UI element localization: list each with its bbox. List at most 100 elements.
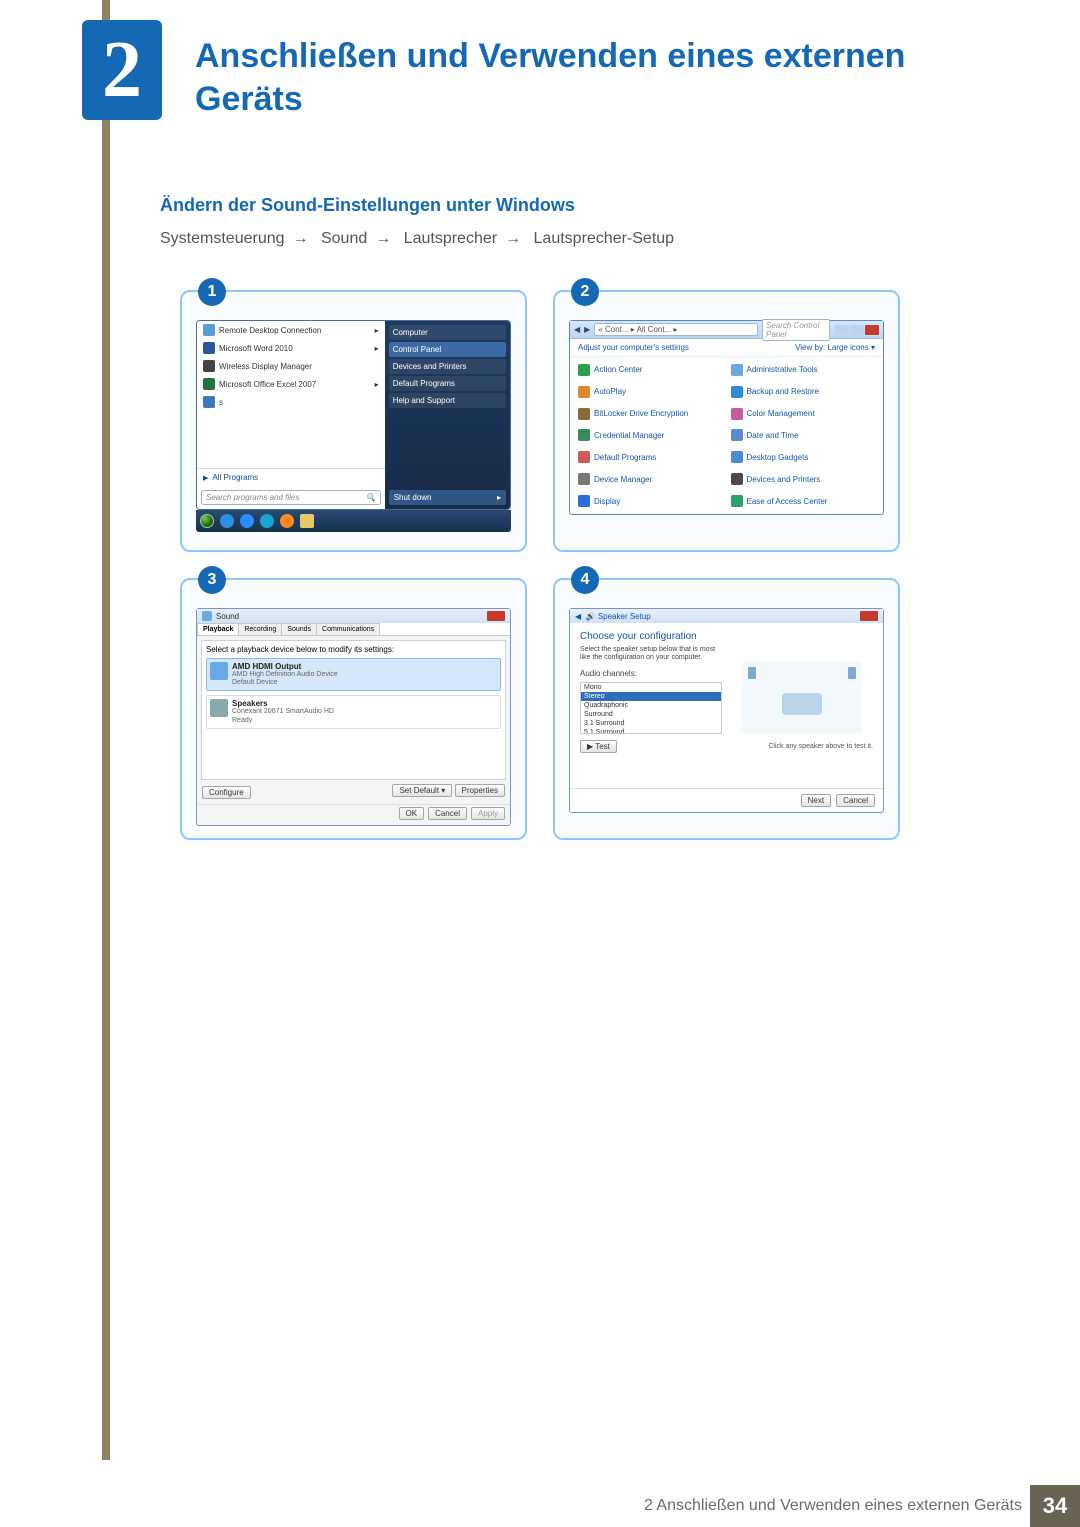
next-button[interactable]: Next [801,794,831,807]
start-search-input[interactable]: Search programs and files🔍 [201,490,381,505]
sofa-icon [782,693,822,715]
cp-item-icon [578,408,590,420]
cp-item[interactable]: Desktop Gadgets [731,448,876,466]
start-menu-program[interactable]: Microsoft Word 2010▸ [197,339,385,357]
tab-recording[interactable]: Recording [238,623,282,635]
spk-hint: Click any speaker above to test it. [732,743,874,750]
audio-channel-option[interactable]: 3.1 Surround [581,719,721,728]
cp-item-icon [731,451,743,463]
cp-item-icon [578,473,590,485]
audio-channel-option[interactable]: Quadraphonic [581,701,721,710]
audio-channel-option[interactable]: Stereo [581,692,721,701]
search-icon: 🔍 [366,493,376,502]
page-number: 34 [1030,1485,1080,1527]
configure-button[interactable]: Configure [202,786,251,799]
apply-button[interactable]: Apply [471,807,505,820]
back-arrow-icon[interactable]: ◀ [575,612,581,621]
playback-device[interactable]: SpeakersConexant 20671 SmartAudio HDRead… [206,695,501,728]
dialog-title: Sound [216,612,239,621]
spk-description: Select the speaker setup below that is m… [580,646,722,663]
cp-item[interactable]: Devices and Printers [731,470,876,488]
start-menu-program[interactable]: Wireless Display Manager [197,357,385,375]
taskbar-ie-icon[interactable] [220,514,234,528]
cp-item-icon [731,408,743,420]
sound-icon [202,611,212,621]
minimize-icon[interactable] [835,325,849,335]
step-panel-2: 2 ◀ ▶ « Cont... ▸ All Cont... ▸ Search C… [553,290,900,552]
app-icon [203,396,215,408]
audio-channel-option[interactable]: Mono [581,683,721,692]
spk-list-label: Audio channels: [580,669,722,678]
playback-device[interactable]: AMD HDMI OutputAMD High Definition Audio… [206,658,501,691]
maximize-icon[interactable] [850,325,864,335]
taskbar-app-icon[interactable] [240,514,254,528]
cp-item[interactable]: Default Programs [578,448,723,466]
taskbar-firefox-icon[interactable] [280,514,294,528]
start-right-item[interactable]: Computer [389,325,506,340]
speaker-icon: 🔊 [586,612,596,621]
cp-search-input[interactable]: Search Control Panel [762,319,830,341]
speaker-setup-dialog: ◀ 🔊 Speaker Setup Choose your configurat… [569,608,884,813]
close-icon[interactable] [865,325,879,335]
cp-item[interactable]: Ease of Access Center [731,492,876,510]
chapter-title: Anschließen und Verwenden eines externen… [195,35,1020,120]
start-right-item[interactable]: Control Panel [389,342,506,357]
nav-back-icon[interactable]: ◀ [574,325,580,334]
speaker-right-icon[interactable] [848,667,856,679]
sound-dialog: Sound Playback Recording Sounds Communic… [196,608,511,826]
start-orb-icon[interactable] [200,514,214,528]
cp-item-icon [578,495,590,507]
start-menu-program[interactable]: s [197,393,385,411]
audio-channel-option[interactable]: Surround [581,710,721,719]
app-icon [203,378,215,390]
all-programs-button[interactable]: All Programs [197,468,385,486]
cp-item[interactable]: Display [578,492,723,510]
cp-item[interactable]: Administrative Tools [731,361,876,379]
ok-button[interactable]: OK [399,807,425,820]
tab-sounds[interactable]: Sounds [281,623,317,635]
properties-button[interactable]: Properties [455,784,505,797]
start-right-item[interactable]: Default Programs [389,376,506,391]
cp-item[interactable]: BitLocker Drive Encryption [578,405,723,423]
tab-playback[interactable]: Playback [197,623,239,635]
device-icon [210,699,228,717]
cp-item[interactable]: Date and Time [731,427,876,445]
speaker-left-icon[interactable] [748,667,756,679]
breadcrumb: Systemsteuerung→ Sound→ Lautsprecher→ La… [160,230,674,248]
cp-item[interactable]: Color Management [731,405,876,423]
close-icon[interactable] [487,611,505,621]
step-panel-4: 4 ◀ 🔊 Speaker Setup Choose your configur… [553,578,900,840]
cp-item[interactable]: Credential Manager [578,427,723,445]
address-bar[interactable]: « Cont... ▸ All Cont... ▸ [594,323,758,336]
section-subtitle: Ändern der Sound-Einstellungen unter Win… [160,195,575,216]
cp-item-icon [731,473,743,485]
audio-channel-option[interactable]: 5.1 Surround [581,728,721,734]
start-menu-program[interactable]: Remote Desktop Connection▸ [197,321,385,339]
cp-item-icon [578,429,590,441]
cp-item[interactable]: AutoPlay [578,383,723,401]
step-number: 1 [198,278,226,306]
sound-instruction: Select a playback device below to modify… [206,645,501,654]
cp-item-icon [578,451,590,463]
cancel-button[interactable]: Cancel [428,807,467,820]
start-right-item[interactable]: Help and Support [389,393,506,408]
nav-fwd-icon[interactable]: ▶ [584,325,590,334]
start-menu-program[interactable]: Microsoft Office Excel 2007▸ [197,375,385,393]
close-icon[interactable] [860,611,878,621]
tab-communications[interactable]: Communications [316,623,380,635]
set-default-button[interactable]: Set Default ▾ [392,784,452,797]
cp-item[interactable]: Action Center [578,361,723,379]
cp-item-icon [731,364,743,376]
cancel-button[interactable]: Cancel [836,794,875,807]
step-number: 4 [571,566,599,594]
taskbar-explorer-icon[interactable] [300,514,314,528]
taskbar-app-icon[interactable] [260,514,274,528]
shutdown-button[interactable]: Shut down▸ [389,490,506,505]
cp-item[interactable]: Backup and Restore [731,383,876,401]
audio-channels-list[interactable]: MonoStereoQuadraphonicSurround3.1 Surrou… [580,682,722,734]
cp-viewby[interactable]: View by: Large icons ▾ [795,343,875,352]
cp-item[interactable]: Device Manager [578,470,723,488]
start-right-item[interactable]: Devices and Printers [389,359,506,374]
test-button[interactable]: ▶ Test [580,740,617,753]
device-icon [210,662,228,680]
